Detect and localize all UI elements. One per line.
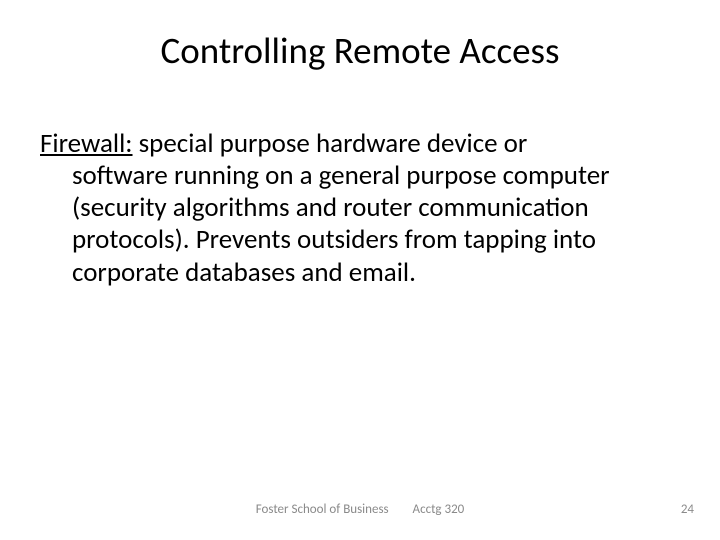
footer-center: Foster School of Business Acctg 320 (0, 502, 720, 517)
slide-title: Controlling Remote Access (0, 0, 720, 73)
body-text: Firewall: special purpose hardware devic… (40, 128, 680, 289)
slide: Controlling Remote Access Firewall: spec… (0, 0, 720, 540)
definition-continuation: software running on a general purpose co… (40, 160, 680, 289)
footer-course: Acctg 320 (413, 502, 465, 517)
footer-school: Foster School of Business (256, 502, 389, 517)
page-number: 24 (681, 502, 694, 517)
definition-line1: special purpose hardware device or (133, 127, 528, 160)
term-firewall: Firewall: (40, 127, 133, 160)
slide-footer: Foster School of Business Acctg 320 24 (0, 502, 720, 522)
